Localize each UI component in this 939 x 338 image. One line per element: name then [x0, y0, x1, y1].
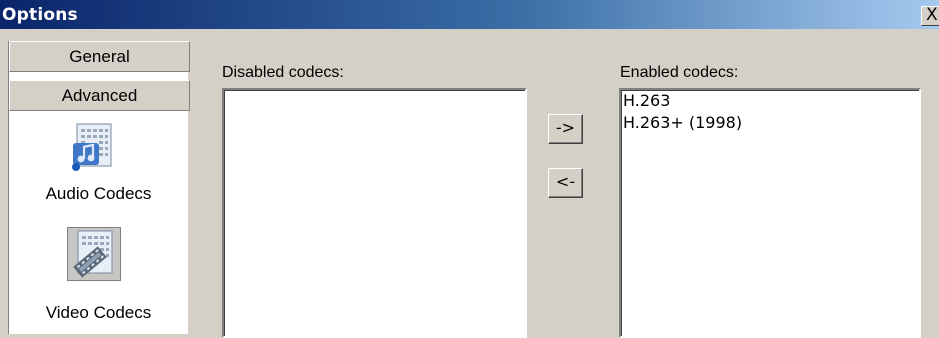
sidebar-item-label: Audio Codecs [45, 184, 152, 203]
tab-general[interactable]: General [9, 41, 190, 72]
list-item[interactable]: H.263 [621, 90, 919, 112]
enable-codec-button[interactable]: -> [548, 114, 583, 144]
enabled-codecs-label: Enabled codecs: [620, 64, 739, 81]
audio-codecs-icon [67, 121, 119, 173]
disabled-codecs-label: Disabled codecs: [222, 64, 344, 81]
close-button[interactable]: X [921, 6, 939, 26]
sidebar-item-audio-codecs[interactable]: Audio Codecs [9, 121, 188, 211]
video-codecs-icon [67, 227, 121, 281]
sidebar-item-label: Video Codecs [45, 303, 152, 322]
options-sidebar: General Advanced Audio Codecs Video Code… [8, 41, 190, 334]
disabled-codecs-list[interactable] [222, 88, 527, 338]
disable-codec-button[interactable]: <- [548, 168, 583, 198]
list-item[interactable]: H.263+ (1998) [621, 112, 919, 134]
title-bar: Options X [0, 0, 939, 29]
tab-advanced[interactable]: Advanced [9, 80, 190, 111]
sidebar-item-video-codecs[interactable]: Video Codecs [9, 227, 188, 327]
enabled-codecs-list[interactable]: H.263 H.263+ (1998) [619, 88, 921, 338]
window-title: Options [2, 5, 78, 25]
